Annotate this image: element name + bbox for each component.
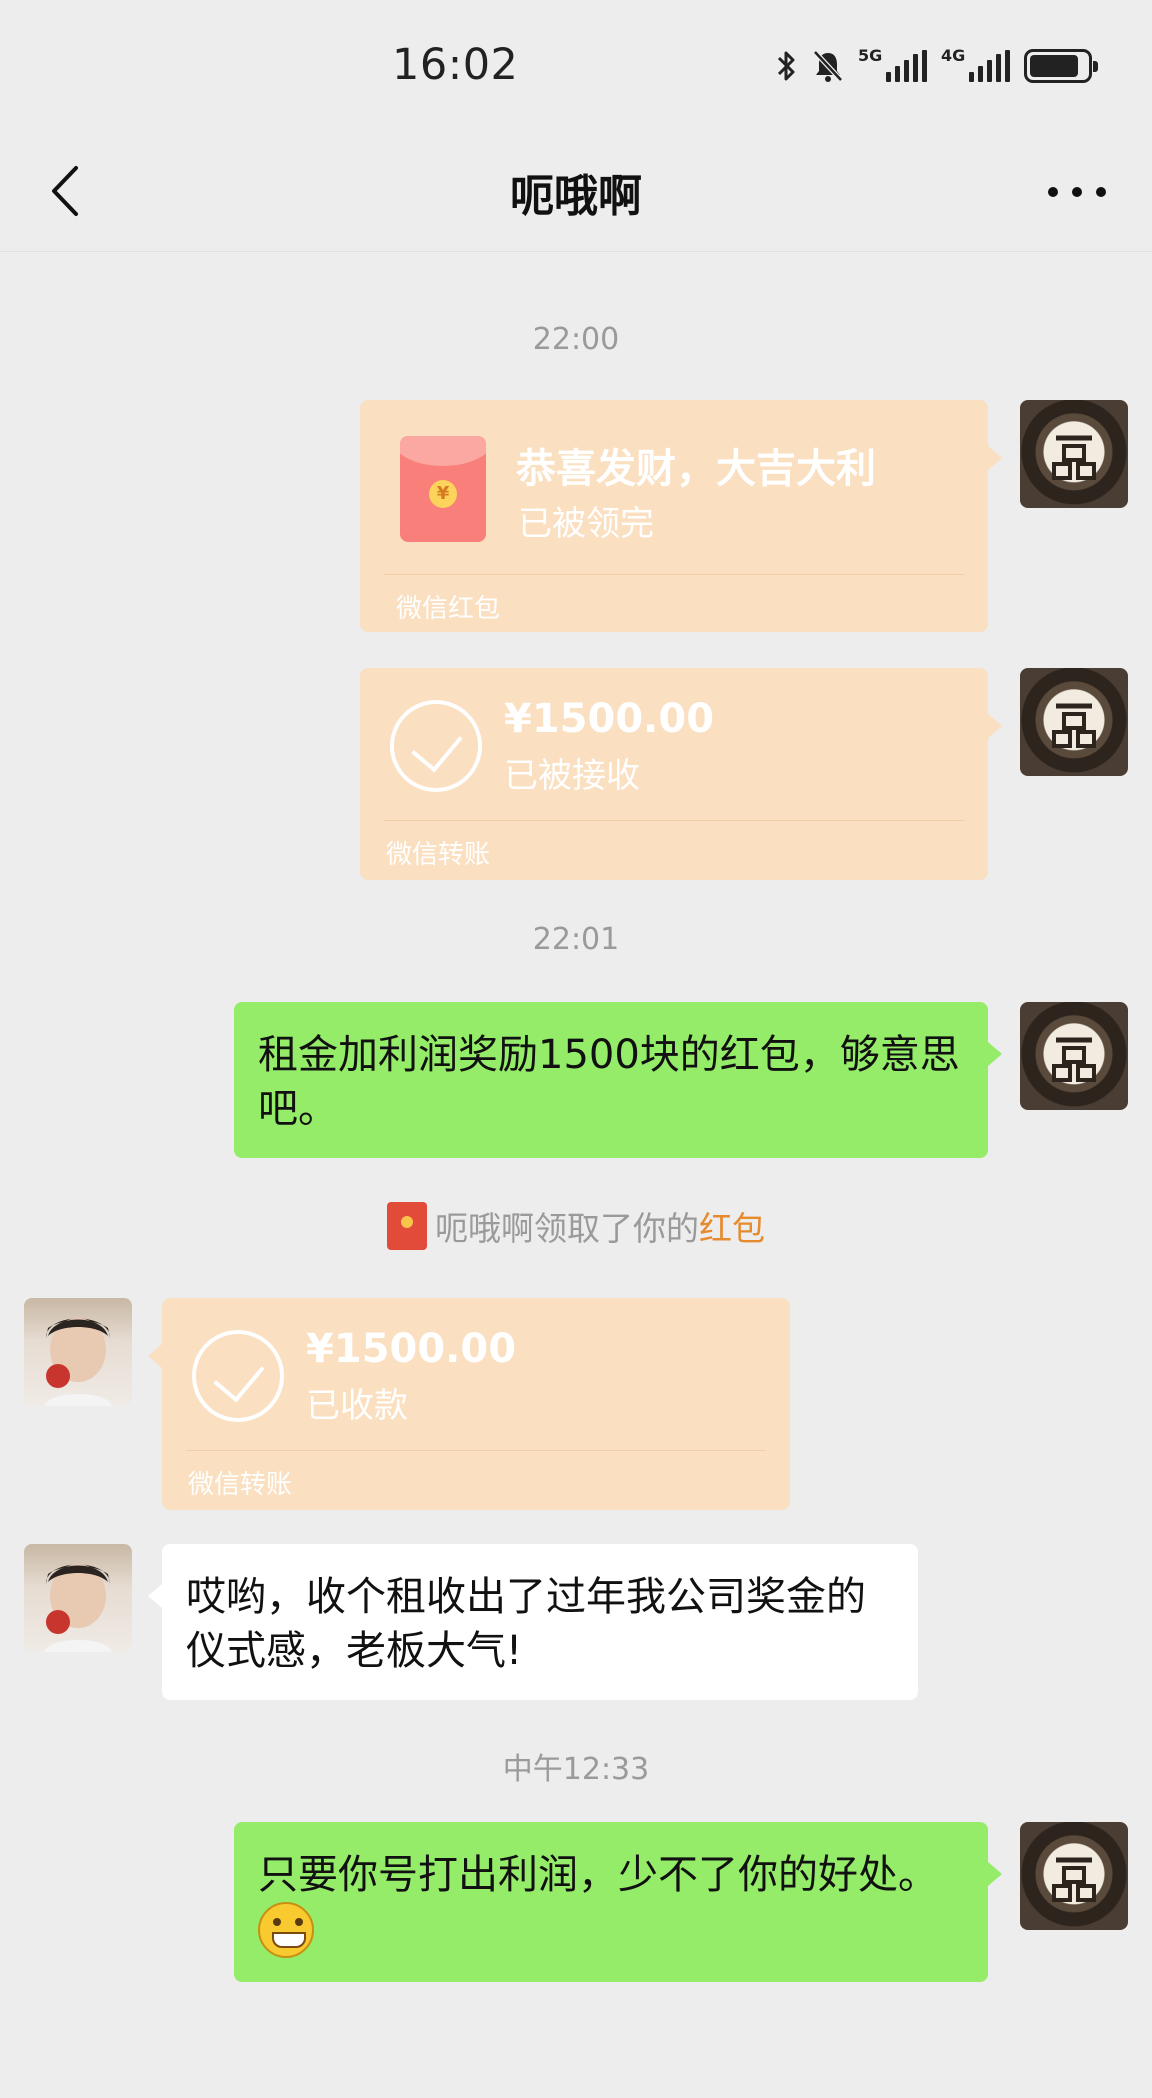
system-notice: 呃哦啊领取了你的红包 [0, 1202, 1152, 1250]
more-dot-icon [1048, 187, 1058, 197]
card-divider [384, 574, 964, 575]
notice-text: 呃哦啊领取了你的 [435, 1209, 699, 1248]
check-circle-icon [192, 1330, 284, 1422]
card-divider [186, 1450, 766, 1451]
signal-4g-icon: 4G [941, 46, 1010, 82]
message-bubble-self[interactable]: 租金加利润奖励1500块的红包，够意思吧。 [234, 1002, 1002, 1158]
timestamp: 22:01 [532, 922, 620, 957]
avatar-seal-icon [1052, 1037, 1096, 1082]
status-bar: 16:02 5G 4G [0, 0, 1152, 130]
status-time: 16:02 [392, 40, 519, 90]
grin-emoji-icon [258, 1902, 314, 1958]
red-packet-link[interactable]: 红包 [699, 1209, 765, 1248]
transfer-amount: ¥1500.00 [306, 1326, 517, 1372]
avatar-seal-icon [1052, 435, 1096, 480]
transfer-card-received[interactable]: ¥1500.00 已收款 微信转账 [148, 1298, 790, 1510]
avatar-person-icon [44, 1564, 112, 1652]
transfer-amount: ¥1500.00 [504, 696, 715, 742]
more-dot-icon [1096, 187, 1106, 197]
avatar-seal-icon [1052, 703, 1096, 748]
avatar-other[interactable] [24, 1544, 132, 1652]
battery-icon [1024, 49, 1098, 83]
avatar-self[interactable] [1020, 400, 1128, 508]
coin-icon: ¥ [429, 480, 457, 508]
nav-bar: 呃哦啊 [0, 130, 1152, 252]
red-packet-footer: 微信红包 [396, 594, 501, 624]
red-packet-small-icon [387, 1202, 427, 1250]
avatar-seal-icon [1052, 1857, 1096, 1902]
transfer-footer: 微信转账 [188, 1470, 293, 1500]
chat-screen: 16:02 5G 4G 呃哦啊 22:00 ¥ 恭喜发财，大吉大利 已被领完 微… [0, 0, 1152, 2098]
bluetooth-icon [777, 51, 795, 81]
timestamp: 22:00 [532, 322, 620, 357]
red-packet-status: 已被领完 [518, 504, 654, 544]
check-circle-icon [390, 700, 482, 792]
transfer-status: 已收款 [306, 1386, 408, 1426]
message-text: 只要你号打出利润，少不了你的好处。 [258, 1852, 938, 1898]
avatar-self[interactable] [1020, 1822, 1128, 1930]
battery-level [1030, 55, 1078, 77]
message-bubble-other[interactable]: 哎哟，收个租收出了过年我公司奖金的仪式感，老板大气! [148, 1544, 918, 1700]
transfer-status: 已被接收 [504, 756, 640, 796]
transfer-card-sent[interactable]: ¥1500.00 已被接收 微信转账 [360, 668, 1002, 880]
avatar-self[interactable] [1020, 1002, 1128, 1110]
status-icons: 5G 4G [776, 46, 1098, 86]
avatar-other[interactable] [24, 1298, 132, 1406]
avatar-self[interactable] [1020, 668, 1128, 776]
mute-icon [813, 50, 843, 82]
network-label-2: 4G [941, 46, 966, 65]
more-dot-icon [1072, 187, 1082, 197]
transfer-footer: 微信转账 [386, 840, 491, 870]
red-packet-title: 恭喜发财，大吉大利 [516, 446, 876, 492]
signal-5g-icon: 5G [858, 46, 927, 82]
more-options-button[interactable] [1042, 170, 1112, 214]
timestamp: 中午12:33 [502, 1752, 650, 1787]
network-label-1: 5G [858, 46, 883, 65]
chat-title: 呃哦啊 [510, 171, 642, 222]
red-packet-icon: ¥ [400, 436, 486, 542]
red-packet-card[interactable]: ¥ 恭喜发财，大吉大利 已被领完 微信红包 [360, 400, 1002, 632]
message-bubble-self[interactable]: 只要你号打出利润，少不了你的好处。 [234, 1822, 1002, 1982]
avatar-person-icon [44, 1318, 112, 1406]
card-divider [384, 820, 964, 821]
